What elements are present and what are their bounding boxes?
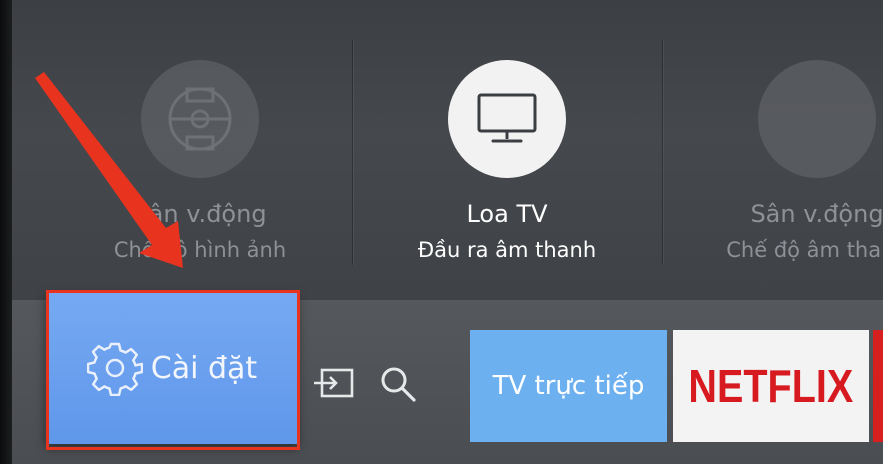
card-subtitle: Chế độ hình ảnh (113, 238, 287, 262)
source-input-icon[interactable] (312, 362, 356, 406)
settings-button[interactable]: Cài đặt (46, 292, 298, 444)
tv-bezel (0, 0, 12, 464)
app-tile-partial[interactable] (873, 330, 883, 442)
stadium-icon (758, 60, 876, 178)
quick-settings-panel: Sân v.động Chế độ hình ảnh Loa TV Đầu ra… (12, 0, 883, 300)
card-subtitle: Đầu ra âm thanh (417, 238, 597, 262)
card-title: Sân v.động (750, 200, 883, 228)
tv-screen: Sân v.động Chế độ hình ảnh Loa TV Đầu ra… (0, 0, 883, 464)
quick-setting-sound-output[interactable]: Loa TV Đầu ra âm thanh (352, 0, 662, 300)
app-tile-live-tv[interactable]: TV trực tiếp (470, 330, 667, 442)
gear-icon (86, 340, 143, 396)
card-subtitle: Chế độ âm thanh (726, 238, 883, 262)
netflix-logo: NETFLIX (688, 360, 854, 412)
quick-setting-picture-mode[interactable]: Sân v.động Chế độ hình ảnh (45, 0, 355, 300)
card-title: Sân v.động (133, 200, 267, 228)
settings-label: Cài đặt (150, 350, 258, 386)
card-title: Loa TV (466, 200, 548, 228)
app-tile-label: TV trực tiếp (492, 371, 645, 401)
search-icon[interactable] (376, 362, 420, 406)
quick-setting-sound-mode[interactable]: Sân v.động Chế độ âm thanh (662, 0, 883, 300)
tv-monitor-icon (448, 60, 566, 178)
stadium-icon (141, 60, 259, 178)
app-tile-netflix[interactable]: NETFLIX (673, 330, 869, 442)
